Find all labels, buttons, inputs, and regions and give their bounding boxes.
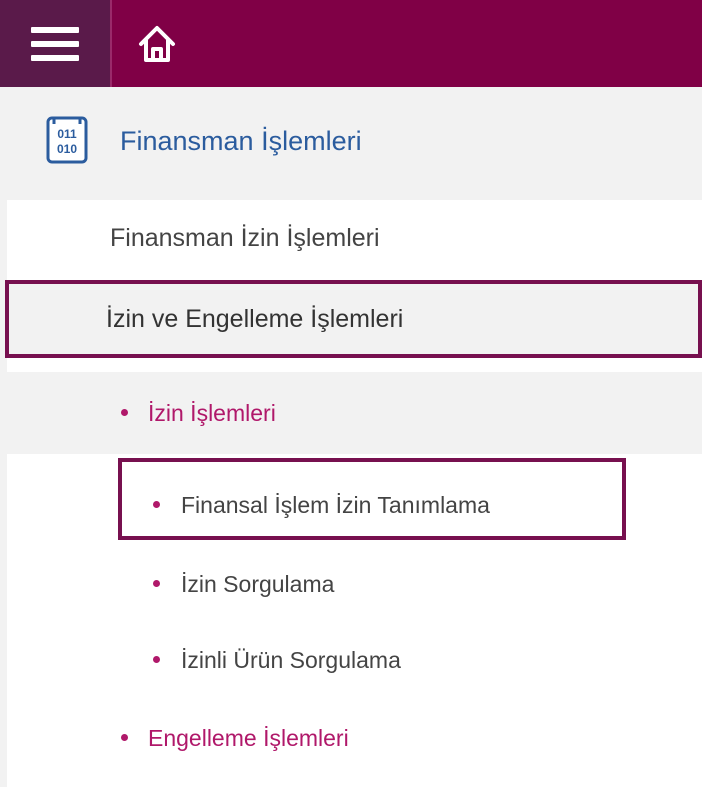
bullet-icon [153,501,160,508]
menu-item-finansman-izin[interactable]: Finansman İzin İşlemleri [110,224,380,253]
binary-icon-text-top: 011 [57,127,77,141]
bullet-icon [153,656,160,663]
binary-code-icon: 011 010 [46,116,88,164]
submenu-item-finansal-islem-izin-tanimlama[interactable]: Finansal İşlem İzin Tanımlama [181,492,490,519]
bullet-icon [153,580,160,587]
bullet-icon [121,409,128,416]
submenu-item-izin-sorgulama[interactable]: İzin Sorgulama [181,571,334,598]
hamburger-menu-button[interactable] [0,0,110,87]
submenu-group-panel [7,372,702,454]
submenu-group-izin-islemleri[interactable]: İzin İşlemleri [148,400,276,427]
submenu-item-izinli-urun-sorgulama[interactable]: İzinli Ürün Sorgulama [181,647,401,674]
menu-item-izin-engelleme[interactable]: İzin ve Engelleme İşlemleri [106,305,403,334]
home-button[interactable] [112,0,202,87]
bullet-icon [121,734,128,741]
home-icon [139,25,175,62]
hamburger-menu-icon [31,24,79,64]
section-title: Finansman İşlemleri [120,126,362,156]
submenu-group-engelleme-islemleri[interactable]: Engelleme İşlemleri [148,725,349,752]
binary-icon-text-bottom: 010 [57,142,77,156]
